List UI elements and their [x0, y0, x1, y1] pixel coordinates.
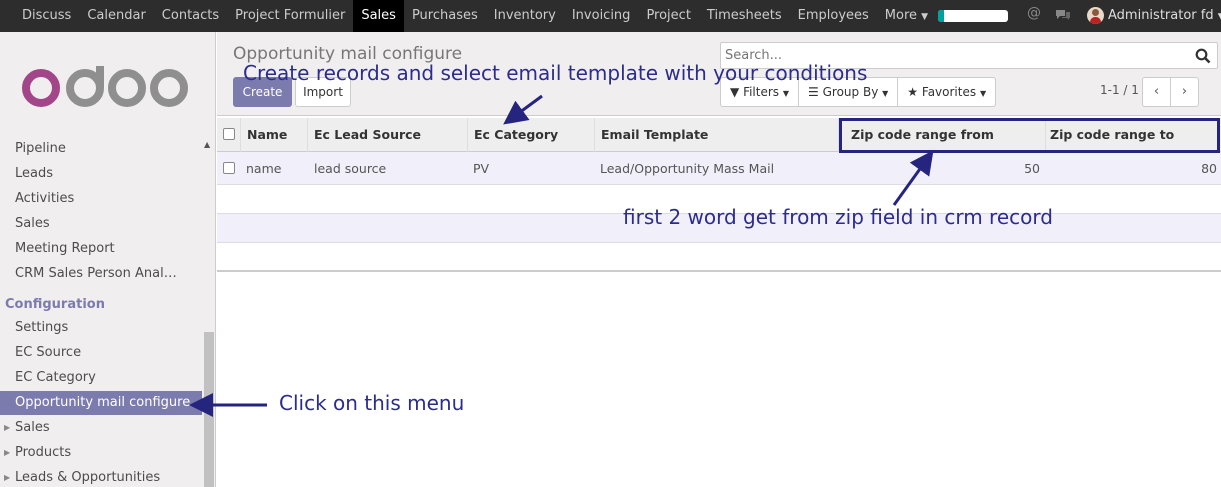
- cell-email-template: Lead/Opportunity Mass Mail: [600, 161, 775, 176]
- menu-sales[interactable]: Sales: [353, 0, 404, 32]
- annotation-zip: first 2 word get from zip field in crm r…: [623, 205, 1053, 229]
- progress-fill: [938, 10, 944, 22]
- filters-label: Filters: [743, 85, 780, 99]
- column-name[interactable]: Name: [241, 118, 308, 152]
- pager-value[interactable]: 1-1 / 1: [1100, 83, 1139, 97]
- caret-down-icon: ▼: [782, 89, 790, 98]
- menu-more-label: More: [884, 8, 918, 23]
- sidebar-section-configuration: Configuration: [5, 297, 105, 312]
- menu-project[interactable]: Project: [638, 0, 698, 32]
- at-icon[interactable]: @: [1027, 5, 1041, 21]
- select-all-checkbox[interactable]: [223, 128, 235, 140]
- menu-discuss[interactable]: Discuss: [14, 0, 79, 32]
- caret-down-icon: ▼: [882, 89, 889, 98]
- menu-timesheets[interactable]: Timesheets: [699, 0, 790, 32]
- cell-zip-from: 50: [1024, 161, 1040, 176]
- cell-name: name: [246, 161, 282, 176]
- menu-contacts[interactable]: Contacts: [154, 0, 227, 32]
- favorites-button[interactable]: ★ Favorites ▼: [898, 78, 995, 106]
- pager-next-button[interactable]: ›: [1170, 77, 1199, 107]
- progress-bar: [938, 10, 1008, 22]
- search-icon[interactable]: [1195, 48, 1211, 64]
- sidebar-item-pipeline[interactable]: Pipeline: [0, 137, 202, 161]
- menu-invoicing[interactable]: Invoicing: [564, 0, 639, 32]
- sidebar-scrollbar-thumb[interactable]: [204, 332, 214, 487]
- cell-zip-to: 80: [1201, 161, 1217, 176]
- chat-icon[interactable]: [1055, 9, 1071, 21]
- sidebar-item-settings[interactable]: Settings: [0, 316, 202, 340]
- main-menu: Discuss Calendar Contacts Project Formul…: [14, 0, 936, 32]
- user-menu[interactable]: Administrator fd ▼: [1108, 0, 1221, 33]
- scroll-up-icon[interactable]: ▲: [204, 140, 210, 149]
- sidebar: Pipeline Leads Activities Sales Meeting …: [0, 32, 216, 487]
- menu-calendar[interactable]: Calendar: [79, 0, 153, 32]
- caret-down-icon: ▼: [921, 12, 929, 22]
- sidebar-item-leads[interactable]: Leads: [0, 162, 202, 186]
- group-by-label: Group By: [822, 85, 879, 99]
- main-content: Opportunity mail configure Create Import…: [217, 32, 1221, 487]
- sidebar-item-products[interactable]: ▶ Products: [0, 441, 202, 465]
- user-name: Administrator fd: [1108, 8, 1214, 23]
- pager-previous-button[interactable]: ‹: [1142, 77, 1171, 107]
- favorites-label: Favorites: [921, 85, 977, 99]
- table-row[interactable]: name lead source PV Lead/Opportunity Mas…: [217, 152, 1221, 185]
- select-all-cell: [217, 118, 241, 152]
- menu-employees[interactable]: Employees: [790, 0, 877, 32]
- highlight-box: [839, 118, 1220, 153]
- chevron-right-icon: ›: [1181, 84, 1188, 99]
- annotation-top: Create records and select email template…: [243, 61, 868, 85]
- caret-right-icon: ▶: [4, 473, 11, 482]
- top-navbar: Discuss Calendar Contacts Project Formul…: [0, 0, 1221, 32]
- menu-more[interactable]: More ▼: [877, 0, 936, 32]
- annotation-menu: Click on this menu: [279, 391, 465, 415]
- odoo-logo: [22, 66, 188, 107]
- chevron-left-icon: ‹: [1153, 84, 1160, 99]
- row-checkbox[interactable]: [223, 162, 235, 174]
- caret-down-icon: ▼: [979, 89, 987, 98]
- cell-lead-source: lead source: [314, 161, 387, 176]
- filter-icon: ▼: [730, 85, 740, 99]
- sidebar-item-label: Products: [15, 445, 72, 460]
- sidebar-item-opportunity-mail-configure[interactable]: Opportunity mail configure: [0, 391, 202, 415]
- star-icon: ★: [907, 85, 919, 99]
- sidebar-item-meeting-report[interactable]: Meeting Report: [0, 237, 202, 261]
- sidebar-item-ec-category[interactable]: EC Category: [0, 366, 202, 390]
- caret-right-icon: ▶: [4, 448, 11, 457]
- sidebar-item-sales-group[interactable]: ▶ Sales: [0, 416, 202, 440]
- empty-row: [217, 243, 1221, 272]
- sidebar-item-crm-sales-person[interactable]: CRM Sales Person Anal…: [0, 262, 202, 286]
- group-by-icon: ☰: [808, 85, 819, 99]
- menu-inventory[interactable]: Inventory: [486, 0, 564, 32]
- cell-category: PV: [473, 161, 490, 176]
- sidebar-item-leads-opportunities[interactable]: ▶ Leads & Opportunities: [0, 466, 202, 487]
- sidebar-item-label: Leads & Opportunities: [15, 470, 161, 485]
- avatar[interactable]: [1087, 7, 1104, 24]
- column-email-template[interactable]: Email Template: [595, 118, 839, 152]
- column-ec-lead-source[interactable]: Ec Lead Source: [308, 118, 468, 152]
- sidebar-item-ec-source[interactable]: EC Source: [0, 341, 202, 365]
- sidebar-item-label: Sales: [15, 420, 50, 435]
- sidebar-item-sales[interactable]: Sales: [0, 212, 202, 236]
- column-ec-category[interactable]: Ec Category: [468, 118, 595, 152]
- menu-project-formulier[interactable]: Project Formulier: [227, 0, 353, 32]
- sidebar-item-activities[interactable]: Activities: [0, 187, 202, 211]
- menu-purchases[interactable]: Purchases: [404, 0, 486, 32]
- caret-right-icon: ▶: [4, 423, 11, 432]
